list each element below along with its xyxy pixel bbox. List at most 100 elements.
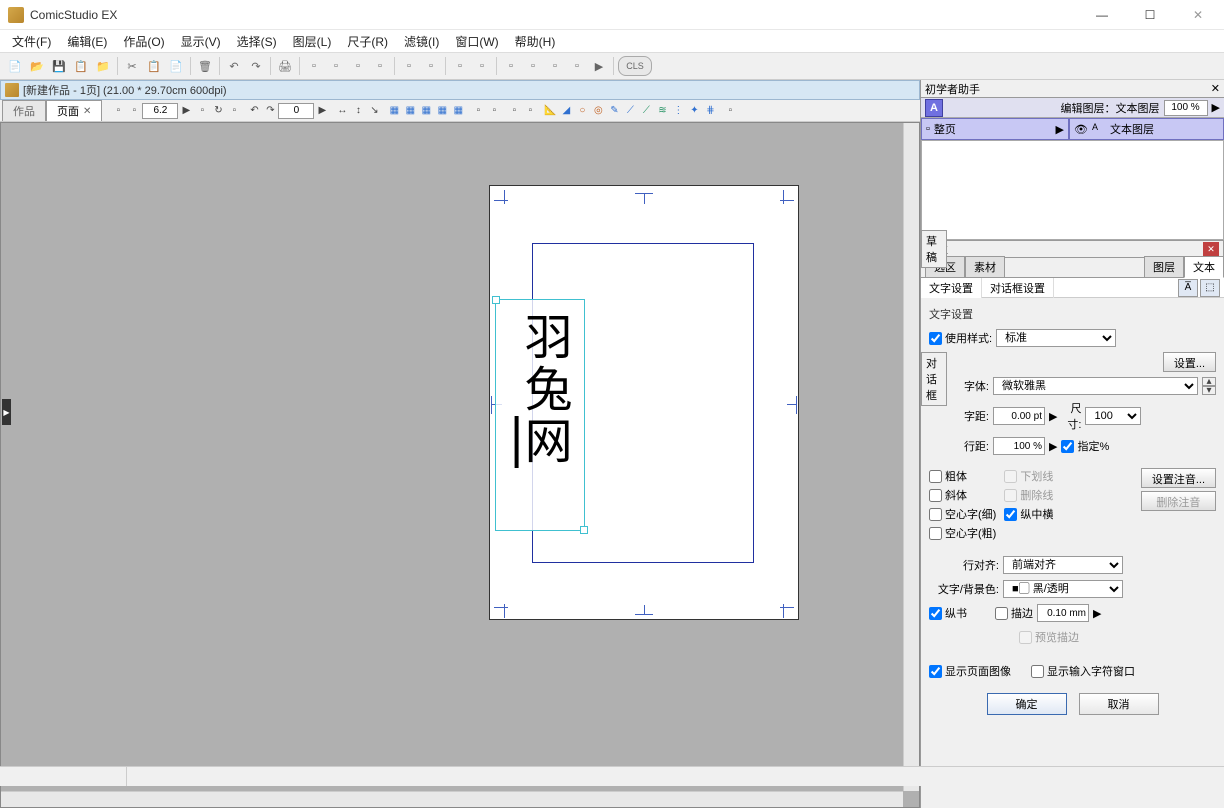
tool-p10[interactable]: ▫ xyxy=(523,56,543,76)
menu-file[interactable]: 文件(F) xyxy=(4,31,59,52)
ruler-8[interactable]: ≋ xyxy=(654,103,670,119)
st-1[interactable]: ▫ xyxy=(194,103,210,119)
menu-select[interactable]: 选择(S) xyxy=(229,31,285,52)
align-select[interactable]: 前端对齐 xyxy=(1003,556,1123,574)
st-8[interactable]: ↘ xyxy=(366,103,382,119)
menu-layer[interactable]: 图层(L) xyxy=(285,31,340,52)
ruler-7[interactable]: ⟋ xyxy=(638,103,654,119)
tool-cut[interactable]: ✂ xyxy=(122,56,142,76)
line-input[interactable] xyxy=(993,437,1045,455)
ok-button[interactable]: 确定 xyxy=(987,693,1067,715)
cb-show-page-img[interactable]: 显示页面图像 xyxy=(929,663,1011,679)
tool-p7[interactable]: ▫ xyxy=(450,56,470,76)
tool-saveall[interactable]: 📋 xyxy=(71,56,91,76)
zoom-input[interactable] xyxy=(142,103,178,119)
spacing-input[interactable] xyxy=(993,407,1045,425)
tool-p3[interactable]: ▫ xyxy=(348,56,368,76)
layer-opacity-input[interactable] xyxy=(1164,100,1208,116)
cancel-button[interactable]: 取消 xyxy=(1079,693,1159,715)
menu-work[interactable]: 作品(O) xyxy=(115,31,172,52)
menu-filter[interactable]: 滤镜(I) xyxy=(396,31,447,52)
rot-arrow[interactable]: ▶ xyxy=(314,103,330,119)
tool-p1[interactable]: ▫ xyxy=(304,56,324,76)
size-select[interactable]: 100 xyxy=(1085,407,1141,425)
st-3[interactable]: ▫ xyxy=(226,103,242,119)
layer-item-text[interactable]: 👁 A 文本图层 xyxy=(1069,118,1224,140)
menu-window[interactable]: 窗口(W) xyxy=(447,31,506,52)
layer-opacity-arrow[interactable]: ▶ xyxy=(1212,101,1220,114)
cb-vertical[interactable]: 纵书 xyxy=(929,605,967,621)
guide-3[interactable]: ▦ xyxy=(418,103,434,119)
st-2[interactable]: ↻ xyxy=(210,103,226,119)
st-4[interactable]: ↶ xyxy=(246,103,262,119)
line-arrow[interactable]: ▶ xyxy=(1049,440,1057,453)
text-dir-v-icon[interactable]: ⬚ xyxy=(1200,279,1220,297)
tool-p11[interactable]: ▫ xyxy=(545,56,565,76)
ruler-4[interactable]: ◎ xyxy=(590,103,606,119)
rot-input[interactable] xyxy=(278,103,314,119)
tool-delete[interactable]: 🗑 xyxy=(195,56,215,76)
beginner-close-icon[interactable]: ✕ xyxy=(1211,82,1220,95)
eye-icon[interactable]: 👁 xyxy=(1074,123,1088,136)
tool-p6[interactable]: ▫ xyxy=(421,56,441,76)
tab-work[interactable]: 作品 xyxy=(2,100,46,121)
close-button[interactable]: ✕ xyxy=(1184,5,1212,25)
color-select[interactable]: ■▢ 黑/透明 xyxy=(1003,580,1123,598)
tool-p4[interactable]: ▫ xyxy=(370,56,390,76)
view-2[interactable]: ▫ xyxy=(486,103,502,119)
ruler-3[interactable]: ○ xyxy=(574,103,590,119)
tab-layer[interactable]: 图层 xyxy=(1144,256,1184,278)
guide-4[interactable]: ▦ xyxy=(434,103,450,119)
cb-show-input-win[interactable]: 显示输入字符窗口 xyxy=(1031,663,1135,679)
layer-nav-item[interactable]: ▫ 整页 ▶ xyxy=(921,118,1069,140)
outline-arrow[interactable]: ▶ xyxy=(1093,607,1101,620)
st-6[interactable]: ↔ xyxy=(334,103,350,119)
ruler-5[interactable]: ✎ xyxy=(606,103,622,119)
menu-view[interactable]: 显示(V) xyxy=(173,31,229,52)
style-select[interactable]: 标准 xyxy=(996,329,1116,347)
subtab-dialog-settings[interactable]: 对话框设置 xyxy=(982,278,1054,298)
tab-close-icon[interactable]: ✕ xyxy=(83,106,91,117)
tool-paste[interactable]: 📄 xyxy=(166,56,186,76)
side-tab-dialog[interactable]: 对话框 xyxy=(921,352,947,406)
cb-outline[interactable]: 描边 xyxy=(995,605,1033,621)
text-box[interactable]: 羽兔网 xyxy=(495,299,585,531)
cb-spec-pct[interactable]: 指定% xyxy=(1061,438,1109,454)
side-tab-grass[interactable]: 草稿 xyxy=(921,230,947,268)
maximize-button[interactable]: ☐ xyxy=(1136,5,1164,25)
minimize-button[interactable]: — xyxy=(1088,5,1116,25)
menu-ruler[interactable]: 尺子(R) xyxy=(339,31,396,52)
ruler-6[interactable]: ⟋ xyxy=(622,103,638,119)
ruby-set-button[interactable]: 设置注音... xyxy=(1141,468,1216,488)
ruler-10[interactable]: ✦ xyxy=(686,103,702,119)
ruler-2[interactable]: ◢ xyxy=(558,103,574,119)
tool-undo[interactable]: ↶ xyxy=(224,56,244,76)
menu-edit[interactable]: 编辑(E) xyxy=(59,31,115,52)
properties-close[interactable]: ✕ xyxy=(1203,242,1219,256)
tab-tool-2[interactable]: ▫ xyxy=(126,103,142,119)
tab-page[interactable]: 页面✕ xyxy=(46,100,102,121)
ruler-1[interactable]: 📐 xyxy=(542,103,558,119)
guide-5[interactable]: ▦ xyxy=(450,103,466,119)
scrollbar-h[interactable] xyxy=(1,791,903,807)
cb-hollow-thick[interactable]: 空心字(粗) xyxy=(929,525,996,541)
ruler-11[interactable]: ⋕ xyxy=(702,103,718,119)
guide-1[interactable]: ▦ xyxy=(386,103,402,119)
tool-save[interactable]: 💾 xyxy=(49,56,69,76)
tool-3d[interactable]: CLS xyxy=(618,56,652,76)
tool-print[interactable]: 🖨 xyxy=(275,56,295,76)
scrollbar-v[interactable] xyxy=(903,123,919,791)
tool-p2[interactable]: ▫ xyxy=(326,56,346,76)
tool-p12[interactable]: ▫ xyxy=(567,56,587,76)
cb-italic[interactable]: 斜体 xyxy=(929,487,996,503)
view-4[interactable]: ▫ xyxy=(522,103,538,119)
cb-hollow-thin[interactable]: 空心字(细) xyxy=(929,506,996,522)
tool-open[interactable]: 📂 xyxy=(27,56,47,76)
tool-copy[interactable]: 📋 xyxy=(144,56,164,76)
text-dir-h-icon[interactable]: A̅ xyxy=(1178,279,1198,297)
tool-p8[interactable]: ▫ xyxy=(472,56,492,76)
menu-help[interactable]: 帮助(H) xyxy=(507,31,564,52)
left-collapse[interactable]: ▶ xyxy=(2,399,11,425)
end-btn[interactable]: ▫ xyxy=(722,103,738,119)
outline-input[interactable] xyxy=(1037,604,1089,622)
